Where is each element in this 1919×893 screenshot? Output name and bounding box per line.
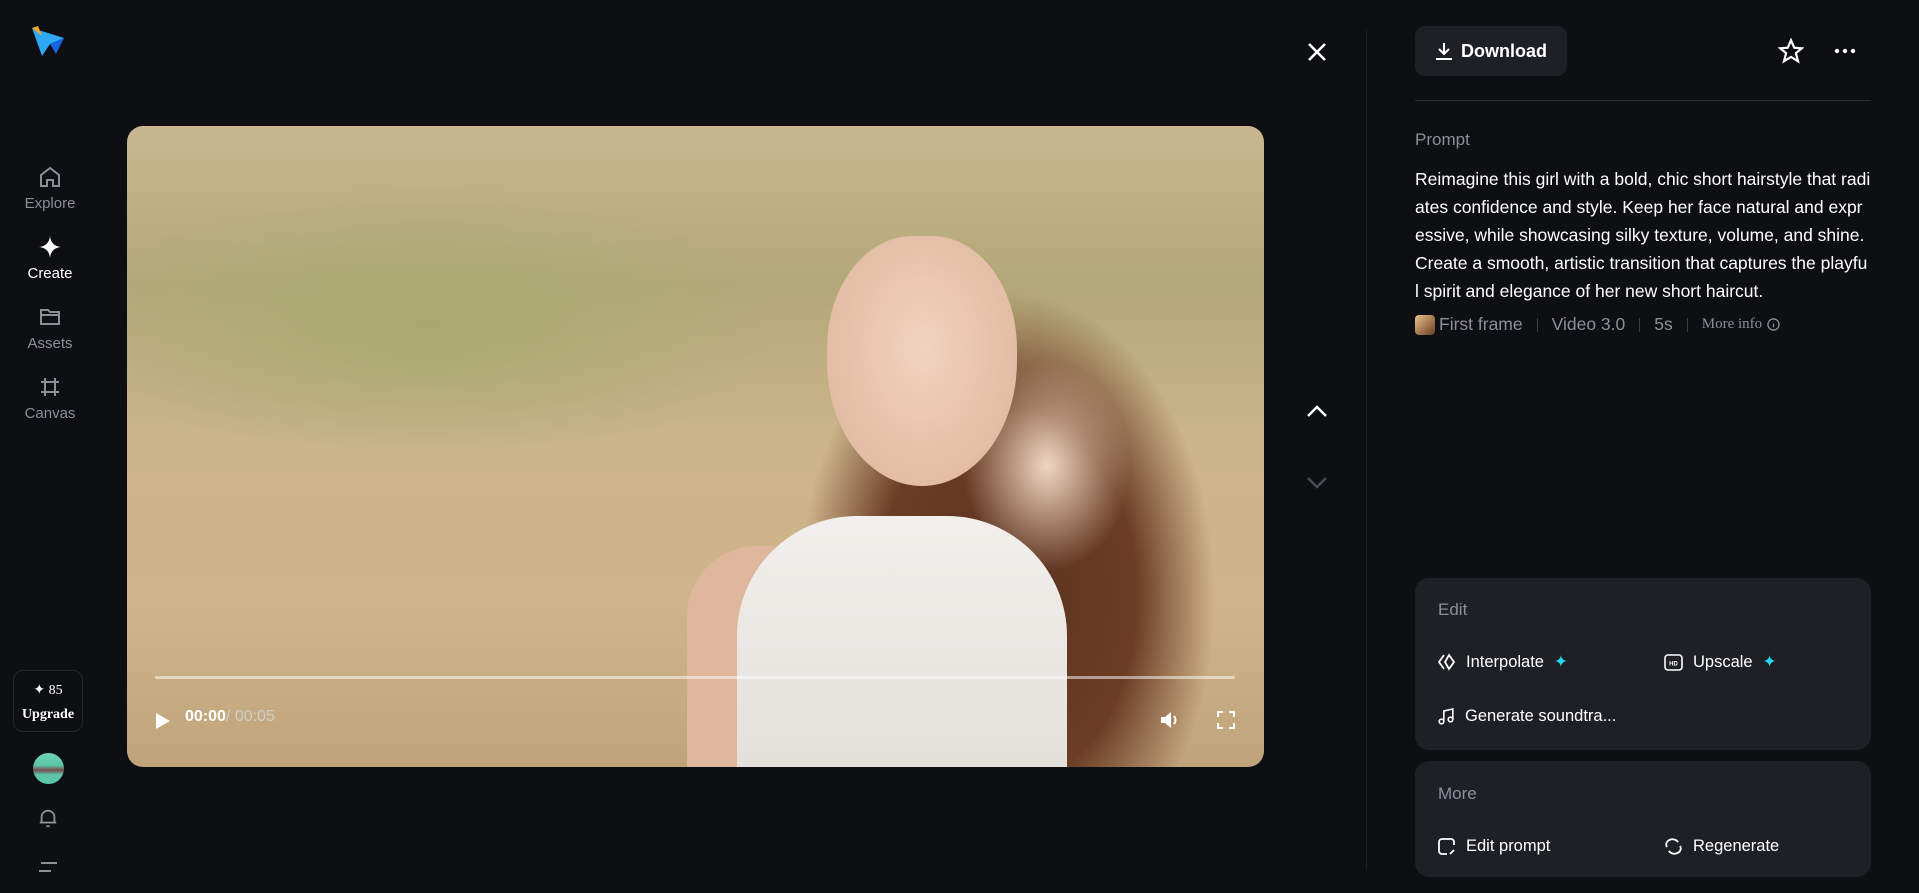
- play-icon[interactable]: [155, 712, 171, 730]
- edit-card: Edit Interpolate ✦ HD Upscale ✦ Generate s…: [1415, 578, 1871, 750]
- time-display: 00:00/ 00:05: [185, 708, 275, 726]
- more-info-link[interactable]: More info: [1702, 316, 1780, 333]
- nav-create[interactable]: Create: [0, 235, 100, 282]
- sparkle-icon: [39, 236, 61, 258]
- upgrade-button[interactable]: ✦ 85 Upgrade: [13, 670, 83, 732]
- volume-icon[interactable]: [1159, 710, 1181, 730]
- edit-prompt-label: Edit prompt: [1466, 837, 1551, 855]
- hd-icon: HD: [1664, 653, 1683, 671]
- edit-icon: [1438, 838, 1455, 855]
- interpolate-icon: [1438, 653, 1456, 671]
- model-label: Video 3.0: [1551, 314, 1626, 334]
- app-logo[interactable]: [30, 24, 66, 58]
- menu-icon[interactable]: [37, 860, 59, 876]
- generation-meta: First frame Video 3.0 5s More info: [1415, 314, 1780, 335]
- premium-sparkle-icon: ✦: [1762, 653, 1777, 671]
- upscale-label: Upscale: [1693, 652, 1753, 671]
- more-options-icon[interactable]: [1834, 47, 1856, 55]
- upgrade-label: Upgrade: [21, 707, 75, 722]
- close-icon[interactable]: [1303, 38, 1331, 66]
- more-info-label: More info: [1701, 316, 1763, 332]
- edit-prompt-button[interactable]: Edit prompt: [1438, 837, 1550, 856]
- nav-canvas[interactable]: Canvas: [0, 375, 100, 422]
- folder-icon: [40, 309, 60, 325]
- bell-icon[interactable]: [37, 807, 59, 829]
- more-card: More Edit prompt Regenerate: [1415, 761, 1871, 877]
- separator: [1639, 317, 1641, 332]
- video-player[interactable]: 00:00/ 00:05: [127, 126, 1264, 767]
- first-frame-thumbnail[interactable]: [1415, 314, 1435, 335]
- nav-explore[interactable]: Explore: [0, 165, 100, 212]
- interpolate-button[interactable]: Interpolate ✦: [1438, 652, 1568, 672]
- duration: / 00:05: [225, 708, 275, 725]
- info-icon: [1767, 318, 1780, 331]
- current-time: 00:00: [185, 708, 226, 725]
- star-icon[interactable]: [1778, 38, 1804, 64]
- home-icon: [40, 166, 60, 187]
- credits-count: ✦ 85: [33, 683, 63, 698]
- regenerate-icon: [1665, 838, 1682, 855]
- nav-label: Canvas: [24, 405, 76, 422]
- video-frame-shirt: [737, 516, 1067, 767]
- separator: [1536, 317, 1538, 332]
- first-frame-label: First frame: [1439, 314, 1523, 334]
- upscale-button[interactable]: HD Upscale ✦: [1664, 652, 1776, 672]
- frame-icon: [41, 378, 59, 396]
- edit-label: Edit: [1438, 600, 1468, 619]
- avatar[interactable]: [33, 753, 64, 784]
- fullscreen-icon[interactable]: [1217, 711, 1235, 729]
- soundtrack-label: Generate soundtra...: [1465, 707, 1617, 725]
- music-note-icon: [1438, 708, 1454, 725]
- download-label: Download: [1461, 40, 1547, 61]
- prompt-label: Prompt: [1415, 130, 1470, 149]
- premium-sparkle-icon: ✦: [1553, 653, 1568, 671]
- sidebar: Explore Create Assets Canvas ✦ 85 Upgrad…: [0, 0, 100, 893]
- chevron-down-icon[interactable]: [1305, 472, 1329, 492]
- nav-label: Assets: [27, 335, 73, 352]
- duration-label: 5s: [1654, 314, 1673, 334]
- separator: [1686, 317, 1688, 332]
- header-divider: [1415, 100, 1871, 101]
- chevron-up-icon[interactable]: [1305, 402, 1329, 422]
- generate-soundtrack-button[interactable]: Generate soundtra...: [1438, 707, 1616, 726]
- nav-label: Explore: [24, 195, 76, 212]
- download-button[interactable]: Download: [1415, 26, 1567, 76]
- regenerate-button[interactable]: Regenerate: [1664, 837, 1779, 856]
- prompt-text: Reimagine this girl with a bold, chic sh…: [1415, 169, 1871, 301]
- video-progress-bar[interactable]: [155, 676, 1235, 679]
- nav-assets[interactable]: Assets: [0, 305, 100, 352]
- interpolate-label: Interpolate: [1466, 652, 1544, 671]
- more-label: More: [1438, 784, 1477, 803]
- panel-divider: [1366, 30, 1367, 870]
- download-icon: [1436, 43, 1452, 60]
- svg-text:HD: HD: [1669, 661, 1678, 667]
- nav-label: Create: [27, 265, 73, 282]
- video-frame-face: [827, 236, 1017, 486]
- regenerate-label: Regenerate: [1693, 837, 1780, 855]
